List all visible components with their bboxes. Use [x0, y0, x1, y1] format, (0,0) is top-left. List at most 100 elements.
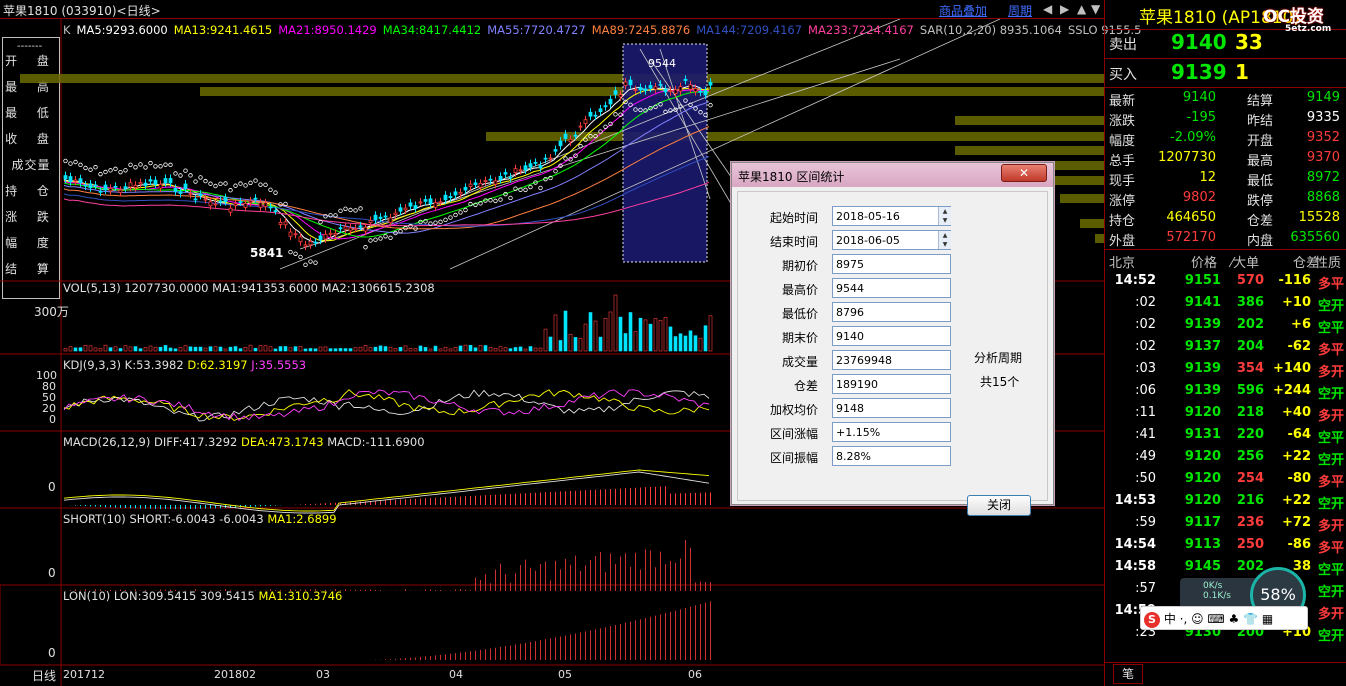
volume-bar — [638, 317, 643, 352]
zoom-in-icon[interactable]: ▲ — [1077, 2, 1086, 16]
candle-body — [228, 207, 233, 213]
x-axis-period[interactable]: 日线 — [32, 667, 56, 684]
ime-status[interactable]: 中 ·, ☺ ⌨ ♣ 👕 ▦ — [1164, 612, 1273, 626]
candle-body — [613, 90, 618, 95]
volume-bar — [528, 346, 533, 352]
candle-body — [128, 182, 133, 188]
dialog-close-icon[interactable]: ✕ — [1001, 164, 1047, 182]
volume-bar — [458, 345, 463, 352]
tab-ticks[interactable]: 笔 — [1113, 664, 1143, 684]
volume-bar — [598, 336, 603, 352]
quote-value: 9352 — [1306, 130, 1340, 145]
volume-bar — [538, 347, 543, 352]
sell-price[interactable]: 9140 — [1171, 30, 1227, 54]
tick-cell: 256 — [1236, 449, 1264, 464]
tick-cell: :50 — [1135, 471, 1156, 486]
stat-value-field[interactable]: 189190 — [832, 374, 951, 394]
x-axis-label: 03 — [316, 668, 330, 681]
sar-dot — [168, 162, 173, 168]
candle-body — [343, 226, 348, 230]
date-picker-field[interactable]: 2018-06-05 — [832, 230, 951, 250]
tick-cell: 9145 — [1184, 559, 1221, 574]
volume-bar — [428, 348, 433, 352]
candle-body — [503, 172, 508, 175]
candle-body — [508, 176, 513, 179]
stat-label: 结束时间 — [769, 235, 818, 249]
stat-value-field[interactable]: 8975 — [832, 254, 951, 274]
quote-label: 幅度 — [1109, 134, 1136, 149]
volume-bar — [248, 344, 253, 352]
stat-value-field[interactable]: 8.28% — [832, 446, 951, 466]
sar-dot — [298, 254, 303, 260]
lon-value-label: LON(10) LON:309.5415 309.5415 — [63, 589, 255, 603]
candle-body — [483, 180, 488, 182]
tick-cell: 多平 — [1317, 343, 1344, 358]
volume-bar — [133, 346, 138, 352]
volume-bar — [203, 347, 208, 352]
sar-dot — [613, 112, 618, 117]
period-link[interactable]: 周期 — [1008, 2, 1032, 19]
candle-body — [278, 222, 283, 225]
tick-cell: :02 — [1135, 339, 1156, 354]
stat-value-field[interactable]: 9140 — [832, 326, 951, 346]
volume-bar — [473, 347, 478, 352]
sar-dot — [433, 220, 438, 225]
close-button[interactable]: 关闭 — [967, 495, 1031, 516]
sar-dot — [553, 168, 558, 174]
ime-toolbar[interactable]: S 中 ·, ☺ ⌨ ♣ 👕 ▦ — [1140, 606, 1308, 630]
ticks-col-header: ⁄大单 — [1231, 256, 1260, 271]
kdj-axis-0: 0 — [49, 413, 56, 426]
candle-body — [388, 217, 393, 224]
candle-body — [113, 185, 118, 188]
sell-label: 卖出 — [1109, 37, 1137, 53]
quote-label: 现手 — [1109, 174, 1136, 189]
volume-bar — [93, 347, 98, 352]
sar-dot — [93, 165, 98, 170]
sar-dot — [448, 215, 453, 220]
candle-body — [643, 88, 648, 91]
stat-value-field[interactable]: 9148 — [832, 398, 951, 418]
main-indicator-line: K MA5:9293.6000 MA13:9241.4615 MA21:8950.14… — [63, 23, 1147, 37]
candle-body — [313, 241, 318, 244]
volume-bar — [493, 348, 498, 352]
volume-bar — [288, 347, 293, 352]
volume-bar — [588, 312, 593, 352]
date-picker-field[interactable]: 2018-05-16 — [832, 206, 951, 226]
stat-value-field[interactable]: 23769948 — [832, 350, 951, 370]
stat-value-field[interactable]: 9544 — [832, 278, 951, 298]
date-spinner-icon[interactable]: ▲ ▼ — [938, 207, 951, 225]
volume-bar — [668, 326, 673, 352]
kdj-j-label: J:35.5553 — [251, 358, 307, 372]
high-price-label: 9544 — [648, 57, 676, 70]
sar-dot — [388, 235, 393, 241]
tick-cell: :02 — [1135, 295, 1156, 310]
lon-ma-label: MA1:310.3746 — [258, 589, 343, 603]
ticks-col-header: 价格 — [1191, 256, 1218, 271]
candle-body — [583, 119, 588, 125]
sar-dot — [368, 238, 373, 243]
arrow-right-icon[interactable]: ▶ — [1060, 2, 1069, 16]
zoom-out-icon[interactable]: ▼ — [1091, 2, 1100, 16]
volume-bar — [163, 345, 168, 352]
candle-body — [123, 186, 128, 189]
date-spinner-icon[interactable]: ▲ ▼ — [938, 231, 951, 249]
tick-cell: +10 — [1282, 295, 1311, 310]
tick-cell: 多开 — [1317, 607, 1344, 622]
volume-bar — [533, 347, 538, 352]
volume-bar — [283, 346, 288, 352]
macd-axis-label: 0 — [48, 480, 56, 494]
arrow-left-icon[interactable]: ◀ — [1043, 2, 1052, 16]
quote-value: 8972 — [1306, 170, 1340, 185]
sar-dot — [138, 162, 143, 167]
stat-value-field[interactable]: 8796 — [832, 302, 951, 322]
sogou-icon[interactable]: S — [1144, 612, 1160, 628]
tick-cell: 9113 — [1184, 537, 1221, 552]
buy-price[interactable]: 9139 — [1171, 60, 1227, 84]
overlay-commodity-link[interactable]: 商品叠加 — [939, 2, 987, 19]
volume-bar — [578, 337, 583, 352]
tick-cell: +6 — [1291, 317, 1311, 332]
volume-bar — [268, 346, 273, 352]
stat-value-field[interactable]: +1.15% — [832, 422, 951, 442]
kdj-d-label: D:62.3197 — [187, 358, 248, 372]
sar-dot — [453, 212, 458, 218]
